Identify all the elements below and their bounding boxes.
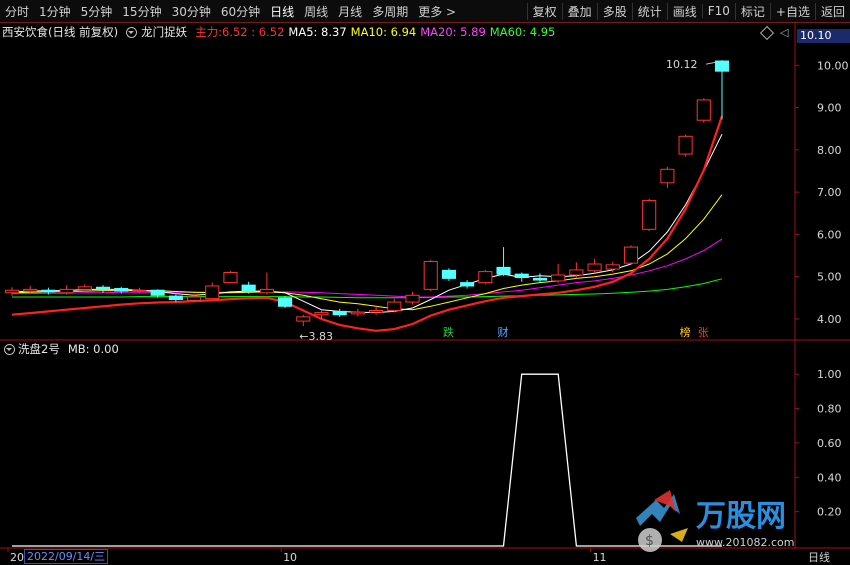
y-tick-label-5: 5.00	[817, 271, 842, 284]
x-tick-label-1: 10	[283, 551, 297, 563]
signal-marker-0: 跌	[443, 325, 454, 339]
candle-body-33	[605, 264, 620, 270]
candle-body-7	[132, 289, 147, 292]
y-tick-label-0: 10.00	[817, 59, 849, 72]
watermark-text: 万股网	[696, 499, 786, 534]
candle-body-2	[41, 289, 56, 293]
candle-body-26	[478, 271, 493, 284]
watermark-logo: $ 万股网 www.201082.com	[636, 490, 794, 552]
candle-body-11	[205, 285, 220, 300]
candle-body-9	[168, 295, 183, 301]
svg-text:$: $	[645, 533, 654, 549]
candle-body-17	[314, 312, 329, 316]
y-tick-label-6: 4.00	[817, 313, 842, 326]
candle-body-21	[387, 301, 402, 312]
candle-body-19	[350, 311, 365, 315]
candle-body-28	[514, 273, 529, 279]
signal-marker-1: 财	[498, 325, 509, 339]
watermark-url: www.201082.com	[696, 536, 794, 549]
candle-body-29	[532, 277, 548, 281]
candle-body-27	[496, 266, 511, 275]
x-tick-label-2: 11	[593, 551, 607, 563]
candle-body-32	[587, 263, 602, 272]
candle-body-16	[296, 316, 311, 322]
candle-body-15	[278, 297, 293, 307]
candle-body-35	[642, 200, 657, 230]
candle-body-6	[114, 288, 129, 292]
high-annotation-line	[705, 61, 717, 65]
candle-body-38	[696, 99, 711, 121]
high-price-label: 10.12	[666, 58, 698, 71]
candle-body-23	[423, 260, 438, 290]
candle-body-22	[405, 294, 420, 303]
candle-body-1	[23, 288, 38, 292]
candle-body-12	[223, 271, 238, 284]
signal-marker-2: 榜	[680, 325, 691, 339]
y-tick-label-1: 9.00	[817, 102, 842, 115]
y-tick-label-3: 7.00	[817, 186, 842, 199]
candle-body-37	[678, 135, 693, 155]
x-tick-label-0: 20	[10, 551, 24, 563]
candle-body-39	[714, 60, 730, 72]
kline-chart[interactable]: 10.00 9.00 8.00 7.00 6.00 5.00 4.00 1.00 0.80 0.6…	[0, 0, 850, 563]
candle-body-20	[369, 310, 384, 313]
candle-body-4	[77, 286, 92, 290]
candle-body-18	[332, 310, 347, 316]
candle-body-31	[569, 269, 584, 276]
ind-y-tick-label-2: 0.60	[817, 437, 842, 450]
ind-y-tick-label-0: 1.00	[817, 368, 842, 381]
ind-y-tick-label-3: 0.40	[817, 471, 842, 484]
mb-indicator-line	[12, 373, 722, 547]
candle-body-34	[623, 246, 639, 264]
signal-marker-3: 张	[698, 326, 709, 339]
candle-body-30	[551, 274, 566, 282]
ind-y-tick-label-1: 0.80	[817, 403, 842, 416]
candle-body-25	[460, 282, 475, 287]
candle-body-36	[660, 168, 675, 184]
y-tick-label-2: 8.00	[817, 144, 842, 157]
low-price-label: ←3.83	[299, 330, 333, 343]
ma5-line	[11, 133, 723, 314]
watermark-arrow-icon: $	[636, 490, 688, 552]
candle-body-14	[259, 288, 274, 294]
selected-date-label: 2022/09/14/三	[24, 549, 109, 564]
candle-body-5	[95, 286, 111, 290]
candle-body-0	[4, 289, 20, 294]
candle-body-13	[241, 284, 256, 292]
main-force-line	[11, 115, 724, 332]
candle-body-8	[150, 289, 165, 296]
candle-body-24	[441, 269, 456, 279]
candle-body-3	[59, 288, 74, 294]
y-tick-label-4: 6.00	[817, 228, 842, 241]
candle-body-10	[186, 296, 202, 301]
